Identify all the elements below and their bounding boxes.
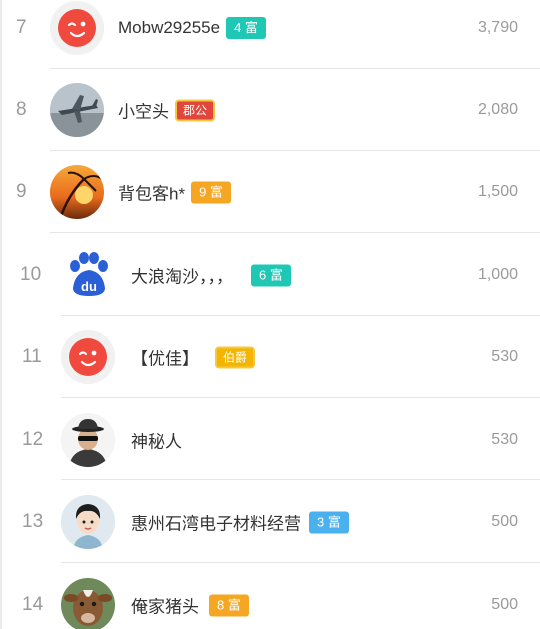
name-group: 【优佳】 伯爵	[131, 345, 256, 370]
divider	[50, 232, 540, 233]
list-item[interactable]: 13 惠州石湾电子材料经营 3 富 500	[0, 481, 540, 563]
avatar[interactable]: du	[61, 248, 115, 302]
score-value: 500	[491, 596, 518, 613]
avatar[interactable]	[61, 578, 115, 629]
name-group: 神秘人	[131, 428, 182, 453]
baidu-paw-icon: du	[61, 248, 115, 302]
user-name[interactable]: 神秘人	[131, 428, 182, 453]
user-name[interactable]: 惠州石湾电子材料经营	[131, 510, 301, 535]
rank-number: 13	[22, 511, 44, 532]
mystery-man-icon	[61, 413, 115, 467]
avatar[interactable]	[50, 165, 104, 219]
user-name[interactable]: 小空头	[118, 98, 169, 123]
list-item[interactable]: 9 背包客h* 9 富 1,500	[0, 151, 540, 233]
score-value: 530	[491, 431, 518, 448]
name-group: 小空头 郡公	[118, 98, 216, 123]
rank-number: 8	[16, 99, 27, 120]
list-item[interactable]: 14 俺家猪头 8 富 500	[0, 564, 540, 629]
list-item[interactable]: 10 du 大浪淘沙，，， 6 富 1,000	[0, 234, 540, 316]
user-name[interactable]: 大浪淘沙，，，	[131, 263, 233, 288]
calf-photo-icon	[61, 578, 115, 629]
wealth-badge: 9 富	[191, 181, 231, 203]
avatar[interactable]	[61, 413, 115, 467]
name-group: Mobw29255e 4 富	[118, 17, 266, 39]
list-item[interactable]: 8 小空头 郡公 2,080	[0, 69, 540, 151]
user-name[interactable]: 背包客h*	[118, 180, 185, 205]
score-value: 2,080	[477, 101, 518, 118]
rank-number: 11	[22, 346, 42, 367]
name-group: 惠州石湾电子材料经营 3 富	[131, 510, 349, 535]
name-group: 背包客h* 9 富	[118, 180, 231, 205]
red-face-icon	[50, 1, 104, 55]
rank-number: 10	[20, 264, 42, 285]
avatar[interactable]	[61, 495, 115, 549]
title-badge: 郡公	[175, 99, 216, 121]
avatar[interactable]	[61, 330, 115, 384]
sunset-palm-icon	[50, 165, 104, 219]
user-name[interactable]: 俺家猪头	[131, 593, 199, 618]
score-value: 500	[491, 513, 518, 530]
rank-number: 12	[22, 429, 44, 450]
red-face-icon	[61, 330, 115, 384]
score-value: 1,500	[477, 183, 518, 200]
avatar[interactable]	[50, 1, 104, 55]
wealth-badge: 4 富	[226, 17, 266, 39]
score-value: 1,000	[477, 266, 518, 283]
divider	[61, 479, 540, 480]
list-item[interactable]: 12 神秘人 530	[0, 399, 540, 481]
user-name[interactable]: 【优佳】	[131, 345, 199, 370]
name-group: 俺家猪头 8 富	[131, 593, 249, 618]
wealth-badge: 3 富	[309, 511, 349, 533]
list-item[interactable]: 7 Mobw29255e 4 富 3,790	[0, 0, 540, 69]
svg-text:du: du	[81, 279, 97, 294]
wealth-badge: 6 富	[251, 264, 291, 286]
title-badge: 伯爵	[215, 346, 256, 368]
avatar[interactable]	[50, 83, 104, 137]
rank-number: 7	[16, 17, 27, 38]
score-value: 530	[491, 348, 518, 365]
wealth-badge: 8 富	[209, 594, 249, 616]
score-value: 3,790	[477, 19, 518, 36]
rank-number: 14	[22, 594, 44, 615]
rank-number: 9	[16, 181, 27, 202]
ranking-list: 7 Mobw29255e 4 富 3,790 8 小空头 郡公 2,080 9 …	[0, 0, 540, 629]
cartoon-person-icon	[61, 495, 115, 549]
divider	[61, 397, 540, 398]
airplane-photo-icon	[50, 83, 104, 137]
name-group: 大浪淘沙，，， 6 富	[131, 263, 291, 288]
list-item[interactable]: 11 【优佳】 伯爵 530	[0, 316, 540, 398]
user-name[interactable]: Mobw29255e	[118, 18, 220, 38]
divider	[61, 562, 540, 563]
